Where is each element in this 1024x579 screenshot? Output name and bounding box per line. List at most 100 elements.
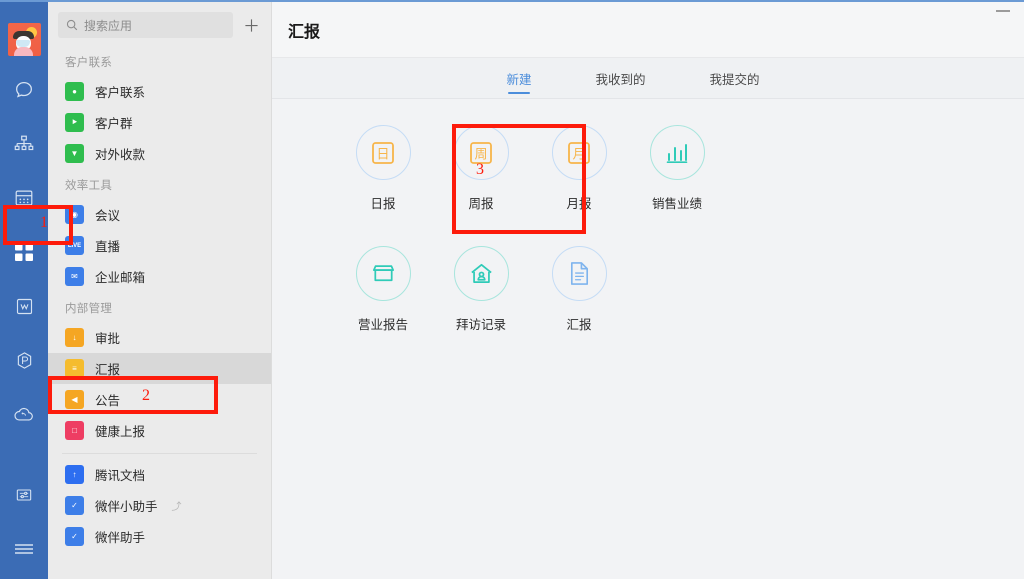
settings-sliders-icon[interactable] <box>4 475 44 515</box>
app-card-row: 营业报告 拜访记录 汇报 <box>334 246 1024 333</box>
main-content: 汇报 新建 我收到的 我提交的 日日报周周报月月报 销售业绩 营业报告 拜访记录 汇报 <box>272 2 1024 579</box>
business-report-store-icon <box>355 246 411 301</box>
main-header: 汇报 <box>272 2 1024 58</box>
app-card-grid: 日日报周周报月月报 销售业绩 营业报告 拜访记录 汇报 <box>334 125 1024 333</box>
drive-icon[interactable] <box>4 394 44 434</box>
annotation-number-1: 1 <box>40 214 48 231</box>
report-document-icon <box>551 246 607 301</box>
app-list-item[interactable]: ✓ 微伴助手 <box>48 521 271 552</box>
app-card-label: 周报 <box>468 197 494 211</box>
weiban-assistant-icon: ✓ <box>65 527 84 546</box>
wepoll-icon[interactable] <box>4 340 44 380</box>
meeting-camera-icon: ◉ <box>65 205 84 224</box>
sales-performance-bar-chart-icon <box>649 125 705 180</box>
tab-1[interactable]: 我收到的 <box>593 58 647 99</box>
contacts-icon[interactable] <box>4 124 44 164</box>
external-link-icon: ⤴ <box>171 502 182 513</box>
app-list-item[interactable]: □ 健康上报 <box>48 415 271 446</box>
weiban-mini-assistant-icon: ✓ <box>65 496 84 515</box>
shield-pay-icon: ▼ <box>65 144 84 163</box>
left-rail <box>0 2 48 579</box>
app-card-label: 汇报 <box>566 318 592 332</box>
health-report-icon: □ <box>65 421 84 440</box>
app-list-item-label: 会议 <box>95 209 121 223</box>
add-app-button[interactable] <box>241 15 261 35</box>
app-list-panel: 搜索应用 客户联系 ● 客户联系 ⯈ 客户群 ▼ 对外收款效率工具 ◉ 会议 LIVE 直播 ✉ 企业邮… <box>48 2 272 579</box>
daily-report-icon: 日 <box>355 125 411 180</box>
announcement-megaphone-icon: ◀ <box>65 390 84 409</box>
sidebar-item-report[interactable]: ≡ 汇报 <box>48 353 271 384</box>
annotation-number-2: 2 <box>142 387 150 404</box>
app-list-item-label: 审批 <box>95 332 121 346</box>
app-list-item-label: 微伴助手 <box>95 531 146 545</box>
app-group-title: 效率工具 <box>65 180 113 192</box>
search-placeholder: 搜索应用 <box>84 18 133 33</box>
app-list-item[interactable]: ↓ 审批 <box>48 322 271 353</box>
card-daily-report[interactable]: 日日报 <box>334 125 432 212</box>
app-group-title: 内部管理 <box>65 303 113 315</box>
app-list-item[interactable]: LIVE 直播 <box>48 230 271 261</box>
app-card[interactable]: 销售业绩 <box>628 125 726 212</box>
app-card-label: 月报 <box>566 197 592 211</box>
search-input[interactable]: 搜索应用 <box>58 12 233 38</box>
app-list-item[interactable]: ● 客户联系 <box>48 76 271 107</box>
tencent-docs-icon: ↑ <box>65 465 84 484</box>
app-card[interactable]: 拜访记录 <box>432 246 530 333</box>
app-list-item-label: 客户联系 <box>95 86 146 100</box>
app-list-item[interactable]: ▼ 对外收款 <box>48 138 271 169</box>
app-list-item-label: 微伴小助手 <box>95 500 158 514</box>
visit-record-house-icon <box>453 246 509 301</box>
annotation-number-3: 3 <box>476 161 484 178</box>
app-list-item-label: 健康上报 <box>95 425 146 439</box>
svg-text:日: 日 <box>376 147 389 162</box>
app-grid-area: 日日报周周报月月报 销售业绩 营业报告 拜访记录 汇报 <box>272 99 1024 579</box>
app-card-label: 营业报告 <box>357 318 408 332</box>
menu-lines-icon[interactable] <box>4 529 44 569</box>
app-list-item[interactable]: ✉ 企业邮箱 <box>48 261 271 292</box>
app-list-item[interactable]: ↑ 腾讯文档 <box>48 459 271 490</box>
approval-stamp-icon: ↓ <box>65 328 84 347</box>
group-icon: ⯈ <box>65 113 84 132</box>
app-window: 搜索应用 客户联系 ● 客户联系 ⯈ 客户群 ▼ 对外收款效率工具 ◉ 会议 LIVE 直播 ✉ 企业邮… <box>0 0 1024 579</box>
wedoc-icon[interactable] <box>4 286 44 326</box>
chat-icon[interactable] <box>4 70 44 110</box>
app-card[interactable]: 营业报告 <box>334 246 432 333</box>
workbench-grid-icon[interactable] <box>4 232 44 272</box>
app-card[interactable]: 汇报 <box>530 246 628 333</box>
app-list-item[interactable]: ⯈ 客户群 <box>48 107 271 138</box>
live-icon: LIVE <box>65 236 84 255</box>
app-list-item[interactable]: ✓ 微伴小助手 ⤴ <box>48 490 271 521</box>
app-card[interactable]: 月月报 <box>530 125 628 212</box>
report-doc-icon: ≡ <box>65 359 84 378</box>
wechat-bubble-icon: ● <box>65 82 84 101</box>
app-list-item-label: 客户群 <box>95 117 133 131</box>
search-row: 搜索应用 <box>48 2 271 46</box>
app-list-scroll[interactable]: 客户联系 ● 客户联系 ⯈ 客户群 ▼ 对外收款效率工具 ◉ 会议 LIVE 直播 ✉ 企业邮箱内部管理… <box>48 46 271 579</box>
avatar-body-shape <box>13 47 33 56</box>
tab-bar: 新建 我收到的 我提交的 <box>272 58 1024 99</box>
grid-row-gap <box>334 212 1024 246</box>
app-list-item-label: 汇报 <box>95 363 121 377</box>
app-group-title: 客户联系 <box>65 57 113 69</box>
minimize-button[interactable] <box>996 10 1010 12</box>
app-list-item-label: 企业邮箱 <box>95 271 146 285</box>
app-list-item-label: 直播 <box>95 240 121 254</box>
app-list-item[interactable]: ◀ 公告 <box>48 384 271 415</box>
app-group-divider <box>62 453 257 454</box>
svg-text:月: 月 <box>572 147 585 162</box>
app-card-label: 日报 <box>370 197 396 211</box>
tab-0[interactable]: 新建 <box>504 58 533 99</box>
app-card-label: 销售业绩 <box>651 197 702 211</box>
user-avatar[interactable] <box>7 23 41 56</box>
monthly-report-icon: 月 <box>551 125 607 180</box>
app-list-item-label: 腾讯文档 <box>95 469 146 483</box>
tab-2[interactable]: 我提交的 <box>708 58 762 99</box>
mail-envelope-icon: ✉ <box>65 267 84 286</box>
search-icon <box>66 19 78 31</box>
app-list-item[interactable]: ◉ 会议 <box>48 199 271 230</box>
svg-text:周: 周 <box>474 147 487 162</box>
calendar-icon[interactable] <box>4 178 44 218</box>
page-title: 汇报 <box>288 23 321 41</box>
app-card-row: 日日报周周报月月报 销售业绩 <box>334 125 1024 212</box>
app-card-label: 拜访记录 <box>455 318 506 332</box>
